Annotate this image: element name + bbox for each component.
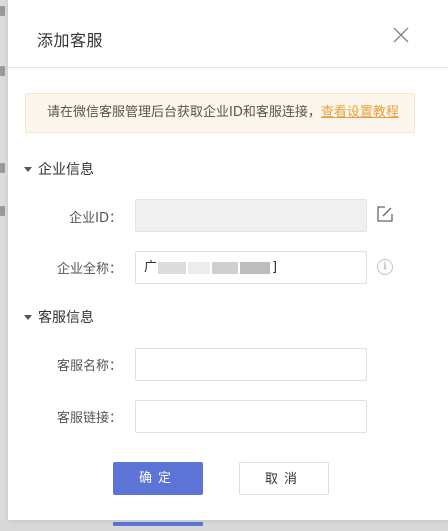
setup-tutorial-link[interactable]: 查看设置教程 bbox=[321, 105, 399, 120]
caret-down-icon bbox=[24, 314, 32, 320]
background-button-edge bbox=[113, 522, 203, 526]
background-text-fragment bbox=[0, 163, 5, 173]
redacted-text bbox=[212, 262, 238, 274]
corp-name-label: 企业全称： bbox=[56, 262, 122, 277]
background-text-fragment bbox=[0, 6, 5, 16]
corp-id-label: 企业ID： bbox=[69, 211, 122, 226]
redacted-text bbox=[188, 262, 210, 274]
corp-id-field[interactable] bbox=[135, 199, 367, 232]
service-link-input[interactable] bbox=[135, 400, 367, 433]
close-icon[interactable] bbox=[391, 25, 411, 45]
corp-name-field[interactable]: 广 ] bbox=[135, 251, 367, 284]
info-icon[interactable]: i bbox=[377, 259, 393, 275]
dialog-header: 添加客服 bbox=[8, 0, 448, 68]
corp-name-tail: ] bbox=[272, 260, 278, 275]
service-name-input[interactable] bbox=[135, 348, 367, 381]
add-service-dialog: 添加客服 请在微信客服管理后台获取企业ID和客服连接，查看设置教程 企业信息 企… bbox=[8, 0, 448, 520]
redacted-text bbox=[158, 262, 186, 274]
caret-down-icon bbox=[24, 166, 32, 172]
service-link-label: 客服链接： bbox=[56, 411, 122, 426]
section-service-info[interactable]: 客服信息 bbox=[24, 307, 94, 327]
redacted-text bbox=[240, 262, 270, 274]
background-text-fragment bbox=[0, 206, 5, 216]
section-service-label: 客服信息 bbox=[38, 310, 94, 326]
background-page-edge bbox=[0, 0, 8, 531]
background-page-bottom bbox=[0, 520, 448, 531]
dialog-title: 添加客服 bbox=[37, 31, 104, 50]
section-enterprise-label: 企业信息 bbox=[38, 162, 94, 178]
notice-text: 请在微信客服管理后台获取企业ID和客服连接， bbox=[47, 105, 321, 120]
background-text-fragment bbox=[0, 66, 5, 76]
service-name-label: 客服名称： bbox=[56, 359, 122, 374]
cancel-button[interactable]: 取消 bbox=[239, 462, 329, 495]
section-enterprise-info[interactable]: 企业信息 bbox=[24, 159, 94, 179]
edit-icon[interactable] bbox=[376, 205, 394, 223]
confirm-button[interactable]: 确定 bbox=[113, 462, 203, 495]
corp-name-value: 广 bbox=[144, 260, 158, 275]
setup-notice: 请在微信客服管理后台获取企业ID和客服连接，查看设置教程 bbox=[25, 93, 415, 133]
